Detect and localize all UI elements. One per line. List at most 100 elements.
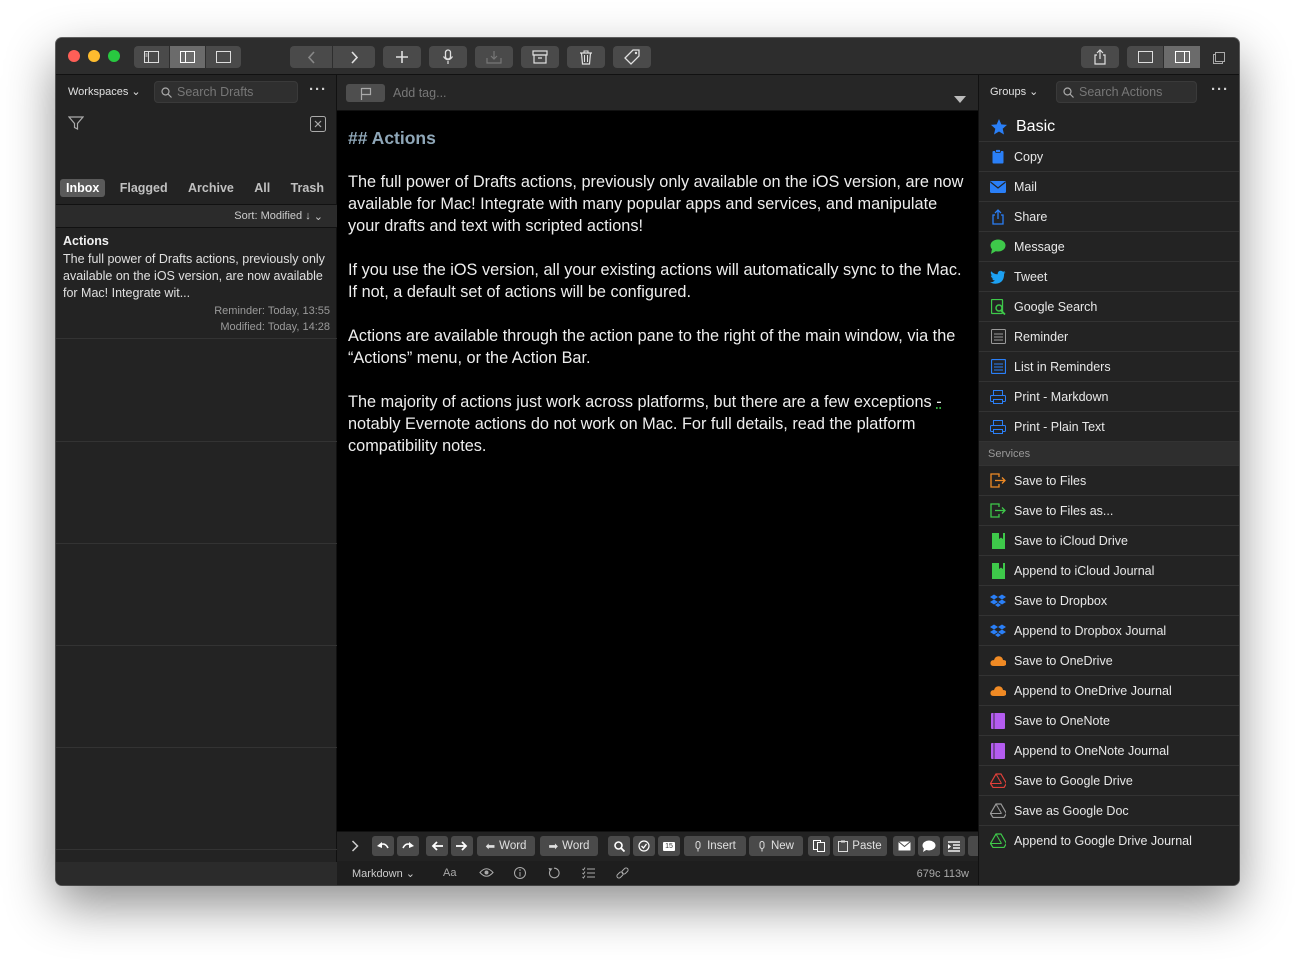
zoom-window-button[interactable] — [108, 50, 120, 62]
filter-icon[interactable] — [67, 115, 85, 136]
archive-box-icon[interactable] — [521, 46, 559, 68]
draft-text[interactable]: ## Actions The full power of Drafts acti… — [348, 127, 973, 479]
action-item[interactable]: Append to Dropbox Journal — [979, 615, 1239, 645]
split-view-icon[interactable] — [170, 46, 206, 68]
flag-button[interactable] — [346, 84, 385, 102]
search-icon — [990, 298, 1006, 315]
action-item[interactable]: Save as Google Doc — [979, 795, 1239, 825]
drafts-list-pane: Workspaces ⌄ Search Drafts ··· Inbox Fla… — [56, 75, 337, 885]
sort-menu[interactable]: Sort: Modified ↓ ⌄ — [56, 204, 337, 228]
expand-action-bar-icon[interactable] — [351, 839, 359, 857]
tab-archive[interactable]: Archive — [182, 179, 240, 197]
sidebar-icon[interactable] — [134, 46, 170, 68]
tag-icon[interactable] — [613, 46, 651, 68]
action-item[interactable]: Reminder — [979, 321, 1239, 351]
action-item[interactable]: Message — [979, 231, 1239, 261]
message-icon[interactable] — [918, 836, 940, 856]
draft-list-item[interactable]: Actions The full power of Drafts actions… — [56, 228, 337, 339]
groups-menu[interactable]: Groups ⌄ — [990, 85, 1038, 98]
find-icon[interactable] — [608, 836, 630, 856]
cloud-icon — [990, 653, 1006, 669]
empty-list-row — [56, 748, 337, 850]
new-draft-icon[interactable] — [383, 46, 421, 68]
redo-icon[interactable] — [397, 836, 419, 856]
arrow-right-icon[interactable] — [451, 836, 473, 856]
list-footer — [56, 862, 337, 885]
tab-trash[interactable]: Trash — [285, 179, 330, 197]
font-settings-button[interactable]: Aa — [443, 867, 456, 879]
checkmark-icon[interactable] — [633, 836, 655, 856]
back-icon[interactable] — [290, 46, 333, 68]
action-pane-icon[interactable] — [1164, 46, 1200, 68]
tab-flagged[interactable]: Flagged — [114, 179, 174, 197]
share-icon[interactable] — [1081, 46, 1119, 68]
new-button[interactable]: New — [749, 836, 803, 856]
action-item[interactable]: Print - Plain Text — [979, 411, 1239, 441]
tag-dropdown-icon[interactable] — [954, 90, 966, 108]
action-item[interactable]: Copy — [979, 141, 1239, 171]
history-icon[interactable] — [548, 867, 560, 882]
mail-icon[interactable] — [893, 836, 915, 856]
single-view-icon[interactable] — [206, 46, 241, 68]
add-tag-input[interactable]: Add tag... — [393, 86, 447, 100]
search-actions-input[interactable]: Search Actions — [1056, 81, 1197, 103]
star-icon — [991, 118, 1007, 134]
action-label: Reminder — [1014, 329, 1069, 344]
word-left-button[interactable]: ⬅ Word — [477, 836, 535, 856]
action-item[interactable]: Print - Markdown — [979, 381, 1239, 411]
editor-only-icon[interactable] — [1127, 46, 1164, 68]
dictate-icon[interactable] — [429, 46, 467, 68]
action-label: Save to Files — [1014, 473, 1087, 488]
action-item[interactable]: Save to Files — [979, 465, 1239, 495]
action-item[interactable]: Save to Dropbox — [979, 585, 1239, 615]
action-item[interactable]: Tweet — [979, 261, 1239, 291]
more-options-icon[interactable]: ··· — [309, 81, 327, 98]
draft-modified: Modified: Today, 14:28 — [220, 321, 330, 333]
status-bar: Markdown ⌄ Aa 679c 113w — [337, 861, 978, 885]
action-group-header[interactable]: Basic — [979, 112, 1239, 141]
action-item[interactable]: List in Reminders — [979, 351, 1239, 381]
dropbox-icon — [990, 623, 1006, 639]
undo-icon[interactable] — [372, 836, 394, 856]
mail-icon — [990, 179, 1006, 195]
action-item[interactable]: Append to OneDrive Journal — [979, 675, 1239, 705]
action-item[interactable]: Append to iCloud Journal — [979, 555, 1239, 585]
workspaces-menu[interactable]: Workspaces ⌄ — [68, 85, 141, 98]
close-window-button[interactable] — [68, 50, 80, 62]
forward-icon[interactable] — [333, 46, 375, 68]
insert-label: Insert — [707, 840, 736, 852]
action-item[interactable]: Share — [979, 201, 1239, 231]
action-item[interactable]: Mail — [979, 171, 1239, 201]
word-right-button[interactable]: ➡ Word — [540, 836, 598, 856]
syntax-mode-menu[interactable]: Markdown ⌄ — [352, 867, 415, 880]
tab-inbox[interactable]: Inbox — [60, 179, 106, 197]
action-item[interactable]: Append to OneNote Journal — [979, 735, 1239, 765]
action-item[interactable]: Save to OneNote — [979, 705, 1239, 735]
insert-button[interactable]: Insert — [684, 836, 746, 856]
action-item[interactable]: Save to OneDrive — [979, 645, 1239, 675]
arrow-left-icon[interactable] — [426, 836, 448, 856]
action-item[interactable]: Append to Google Drive Journal — [979, 825, 1239, 855]
tab-all[interactable]: All — [248, 179, 276, 197]
indent-icon[interactable] — [943, 836, 965, 856]
paste-button[interactable]: Paste — [833, 836, 887, 856]
search-drafts-input[interactable]: Search Drafts — [154, 81, 298, 103]
action-item[interactable]: Google Search — [979, 291, 1239, 321]
clear-filter-icon[interactable] — [310, 116, 326, 137]
more-options-icon[interactable]: ··· — [1211, 81, 1229, 98]
action-item[interactable]: Save to Files as... — [979, 495, 1239, 525]
minimize-window-button[interactable] — [88, 50, 100, 62]
eye-icon[interactable] — [479, 867, 494, 881]
paste-label: Paste — [852, 840, 882, 852]
copy-icon[interactable] — [808, 836, 830, 856]
info-icon[interactable] — [514, 867, 526, 882]
task-list-icon[interactable] — [582, 867, 595, 882]
action-item[interactable]: Save to Google Drive — [979, 765, 1239, 795]
window-icon[interactable] — [1213, 51, 1225, 69]
link-icon[interactable] — [616, 867, 629, 883]
calendar-icon[interactable]: 15 — [658, 836, 680, 856]
action-item[interactable]: Save to iCloud Drive — [979, 525, 1239, 555]
trash-icon[interactable] — [567, 46, 605, 68]
outdent-icon[interactable] — [968, 836, 978, 856]
archive-inbox-icon[interactable] — [475, 46, 513, 68]
